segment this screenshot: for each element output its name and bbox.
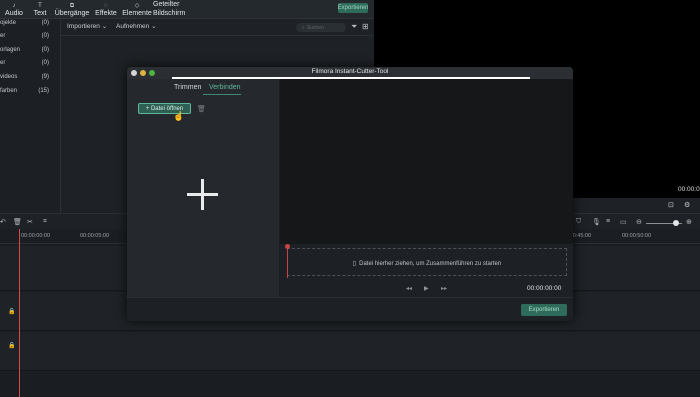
dialog-footer bbox=[127, 297, 573, 321]
add-file-plus-icon-bar[interactable] bbox=[187, 193, 218, 196]
tab-text[interactable]: T Text bbox=[32, 0, 48, 18]
dialog-timecode: 00:00:00:00 bbox=[527, 285, 562, 292]
marker-icon[interactable]: ⛉ bbox=[576, 218, 581, 226]
dialog-preview bbox=[280, 79, 573, 244]
settings-icon[interactable]: ⚙ bbox=[684, 201, 690, 209]
tick-label: 00:00:50:00 bbox=[622, 233, 652, 239]
main-toolbar: ♪ Audio T Text ⧉ Übergänge ◌ Effekte ◇ E… bbox=[0, 0, 374, 19]
export-button-top[interactable]: Exportieren bbox=[338, 3, 368, 13]
crop-icon[interactable]: ⌗ bbox=[43, 218, 47, 226]
export-button[interactable]: Exportieren bbox=[521, 304, 567, 316]
zoom-out-icon[interactable]: ⊖ bbox=[636, 218, 642, 226]
audio-track[interactable]: 🔒 bbox=[0, 332, 700, 371]
subtitle-icon[interactable]: ▭ bbox=[620, 218, 627, 226]
record-dropdown[interactable]: Aufnehmen ⌄ bbox=[116, 22, 157, 30]
chevron-down-icon: ⌄ bbox=[151, 23, 157, 30]
search-icon: ⌕ bbox=[302, 24, 305, 31]
file-icon: ▯ bbox=[352, 261, 357, 267]
undo-icon[interactable]: ↶ bbox=[0, 218, 6, 226]
category-item[interactable]: farben (15) bbox=[0, 88, 55, 98]
microphone-icon[interactable]: 🎙 bbox=[592, 218, 601, 226]
mouse-cursor-icon: ☝ bbox=[173, 111, 185, 121]
dialog-title: Filmora Instant-Cutter-Tool bbox=[311, 68, 389, 75]
play-icon[interactable]: ▶ bbox=[424, 285, 429, 292]
trash-icon[interactable]: 🗑 bbox=[197, 105, 206, 113]
cut-icon[interactable]: ✂ bbox=[27, 218, 33, 226]
zoom-slider-handle[interactable] bbox=[673, 220, 679, 226]
preview-controls: ⊡ ⚙ bbox=[572, 198, 700, 213]
category-item[interactable]: er (0) bbox=[0, 60, 55, 70]
search-input[interactable]: ⌕ Suchen bbox=[296, 23, 346, 32]
file-panel: Trimmen Verbinden + Datei öffnen 🗑 ☝ bbox=[127, 79, 280, 297]
list-icon[interactable]: ≡ bbox=[606, 218, 610, 225]
tab-elements[interactable]: ◇ Elemente bbox=[122, 0, 152, 18]
tab-merge[interactable]: Verbinden bbox=[209, 84, 241, 91]
instant-cutter-dialog: Filmora Instant-Cutter-Tool Trimmen Verb… bbox=[127, 67, 573, 321]
tick-label: 00:00:00:00 bbox=[21, 233, 51, 239]
tab-split-screen[interactable]: ▣ Geteilter Bildschirm bbox=[153, 0, 209, 18]
category-panel: ojekte (0) er (0) orlagen (0) er (0) videos(… bbox=[0, 19, 61, 213]
lock-icon[interactable]: 🔒 bbox=[8, 342, 15, 349]
tick-label: 00:00:05:00 bbox=[80, 233, 110, 239]
active-tab-indicator bbox=[203, 94, 241, 95]
import-dropdown[interactable]: Importieren ⌄ bbox=[67, 22, 107, 30]
tab-transitions[interactable]: ⧉ Übergänge bbox=[55, 0, 90, 18]
playhead[interactable] bbox=[19, 229, 20, 397]
preview-time: 00:00:0 bbox=[678, 186, 700, 193]
filter-icon[interactable]: ⏷ bbox=[351, 22, 357, 32]
category-item[interactable]: videos (9) bbox=[0, 74, 55, 84]
tab-effects[interactable]: ◌ Effekte bbox=[94, 0, 118, 18]
chevron-down-icon: ⌄ bbox=[101, 23, 108, 30]
zoom-in-icon[interactable]: ⊕ bbox=[686, 218, 692, 226]
previous-frame-icon[interactable]: ◂◂ bbox=[406, 285, 412, 292]
tab-audio[interactable]: ♪ Audio bbox=[4, 0, 24, 18]
snapshot-icon[interactable]: ⊡ bbox=[668, 201, 674, 209]
tab-trim[interactable]: Trimmen bbox=[174, 84, 201, 91]
category-item[interactable]: orlagen (0) bbox=[0, 47, 55, 57]
category-item[interactable]: ojekte (0) bbox=[0, 20, 55, 30]
lock-icon[interactable]: 🔒 bbox=[8, 308, 15, 315]
dialog-playhead-handle[interactable] bbox=[285, 244, 290, 249]
delete-icon[interactable]: 🗑 bbox=[13, 218, 22, 226]
grid-icon[interactable]: ⊞ bbox=[362, 22, 369, 31]
drop-zone-text: ▯ Datei hierher ziehen, um Zusammenführen… bbox=[352, 261, 502, 267]
category-item[interactable]: er (0) bbox=[0, 33, 55, 43]
next-frame-icon[interactable]: ▸▸ bbox=[441, 285, 447, 292]
